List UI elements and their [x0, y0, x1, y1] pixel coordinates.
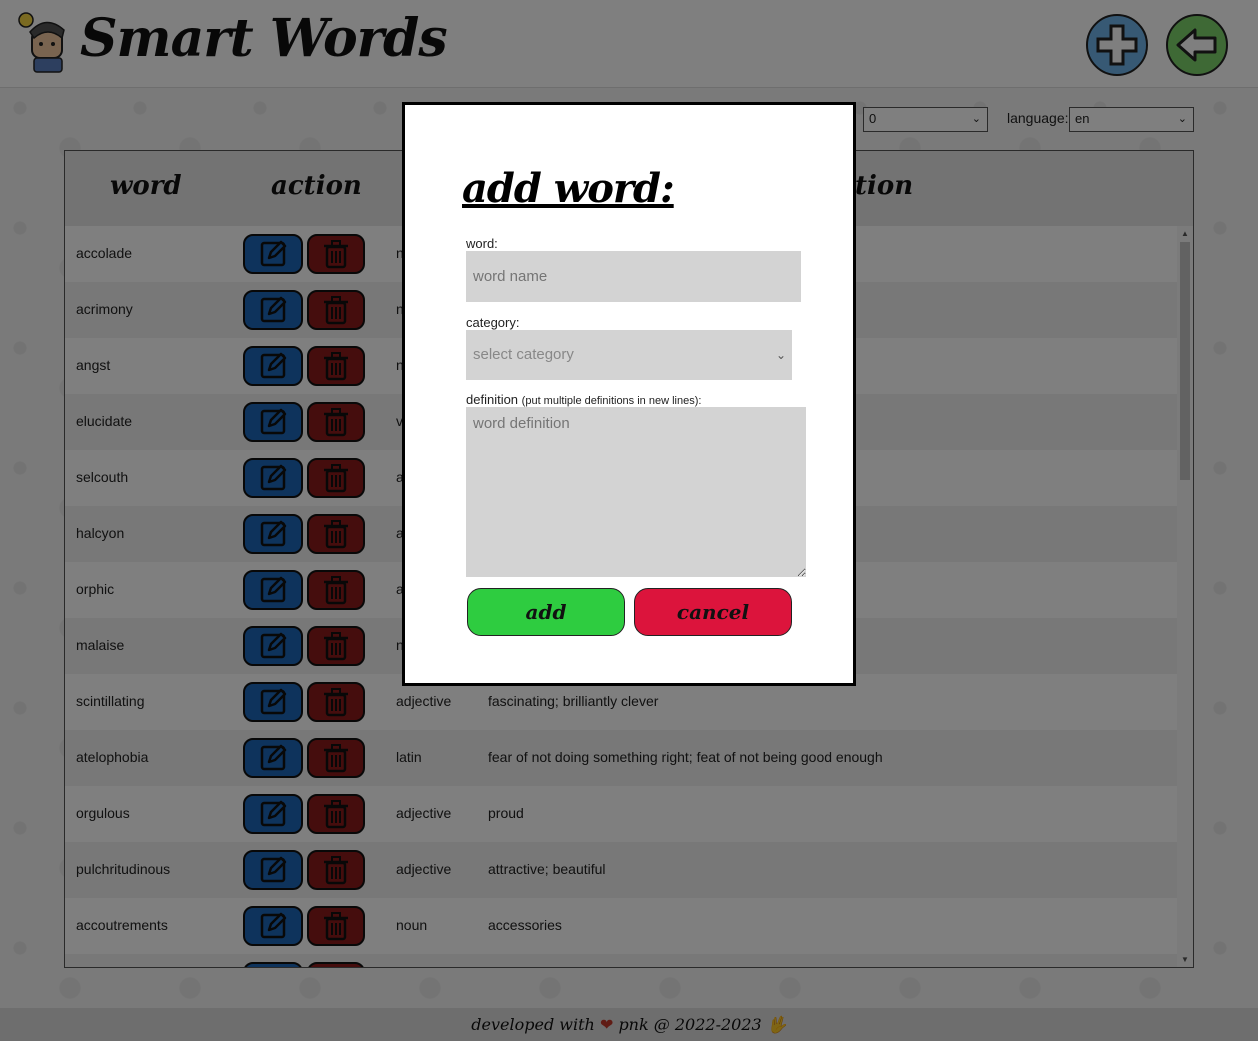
- definition-hint: (put multiple definitions in new lines):: [521, 395, 702, 407]
- add-word-dialog: add word: word: category: select categor…: [402, 102, 856, 686]
- chevron-down-icon: ⌄: [775, 348, 786, 362]
- definition-textarea[interactable]: [466, 407, 806, 577]
- word-label: word:: [466, 236, 498, 251]
- definition-label-group: definition (put multiple definitions in …: [466, 392, 701, 407]
- dialog-title: add word:: [462, 165, 675, 212]
- word-name-input[interactable]: [466, 251, 801, 302]
- category-select-placeholder: select category: [473, 346, 574, 363]
- cancel-button[interactable]: cancel: [634, 588, 792, 636]
- definition-label: definition: [466, 392, 519, 407]
- add-button[interactable]: add: [467, 588, 625, 636]
- category-label: category:: [466, 315, 520, 330]
- category-select[interactable]: select category ⌄: [466, 330, 792, 380]
